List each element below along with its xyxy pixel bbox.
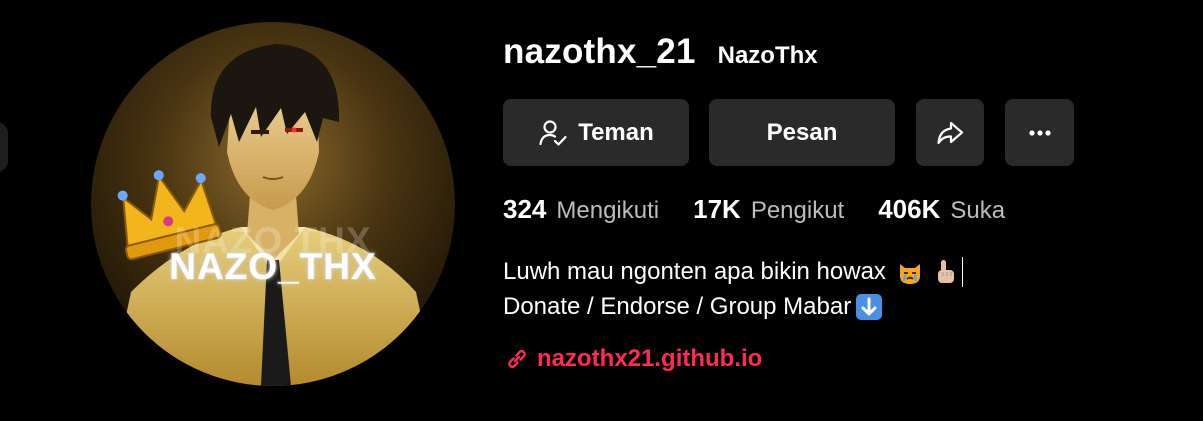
friend-button[interactable]: Teman [503, 99, 689, 166]
following-count: 324 [503, 194, 547, 224]
following-label: Mengikuti [556, 197, 660, 224]
message-button[interactable]: Pesan [709, 99, 895, 166]
likes-label: Suka [950, 197, 1006, 224]
friend-button-label: Teman [578, 118, 654, 146]
following-stat[interactable]: 324 Mengikuti [503, 194, 659, 225]
user-check-icon [538, 118, 568, 148]
more-icon [1025, 118, 1055, 148]
crying-cat-emoji-icon [896, 258, 924, 286]
text-cursor [961, 256, 963, 287]
profile-name-row: nazothx_21 NazoThx [503, 32, 818, 72]
followers-label: Pengikut [750, 197, 845, 224]
profile-bio: Luwh mau ngonten apa bikin howax Donate … [503, 254, 963, 324]
profile-link[interactable]: nazothx21.github.io [505, 345, 762, 373]
down-arrow-emoji-icon [855, 293, 883, 321]
followers-count: 17K [693, 194, 741, 224]
profile-link-text[interactable]: nazothx21.github.io [537, 345, 762, 373]
likes-count: 406K [878, 194, 941, 224]
profile-avatar[interactable]: NAZO THX NAZO_THX [91, 22, 455, 386]
bio-text-2: Donate / Endorse / Group Mabar [503, 293, 852, 320]
profile-username: nazothx_21 [503, 32, 696, 71]
link-icon [505, 347, 529, 371]
pointing-up-emoji-icon [934, 258, 958, 286]
bio-line-2: Donate / Endorse / Group Mabar [503, 289, 963, 324]
followers-stat[interactable]: 17K Pengikut [693, 194, 844, 225]
likes-stat: 406K Suka [878, 194, 1005, 225]
avatar-illustration [91, 22, 455, 386]
bio-text-1: Luwh mau ngonten apa bikin howax [503, 258, 886, 285]
bio-line-1: Luwh mau ngonten apa bikin howax [503, 254, 963, 289]
profile-stats: 324 Mengikuti 17K Pengikut 406K Suka [503, 194, 1039, 225]
share-button[interactable] [916, 99, 984, 166]
previous-edge-handle[interactable] [0, 122, 8, 172]
share-icon [935, 118, 965, 148]
profile-display-name: NazoThx [717, 42, 818, 69]
more-options-button[interactable] [1005, 99, 1074, 166]
message-button-label: Pesan [766, 118, 838, 146]
